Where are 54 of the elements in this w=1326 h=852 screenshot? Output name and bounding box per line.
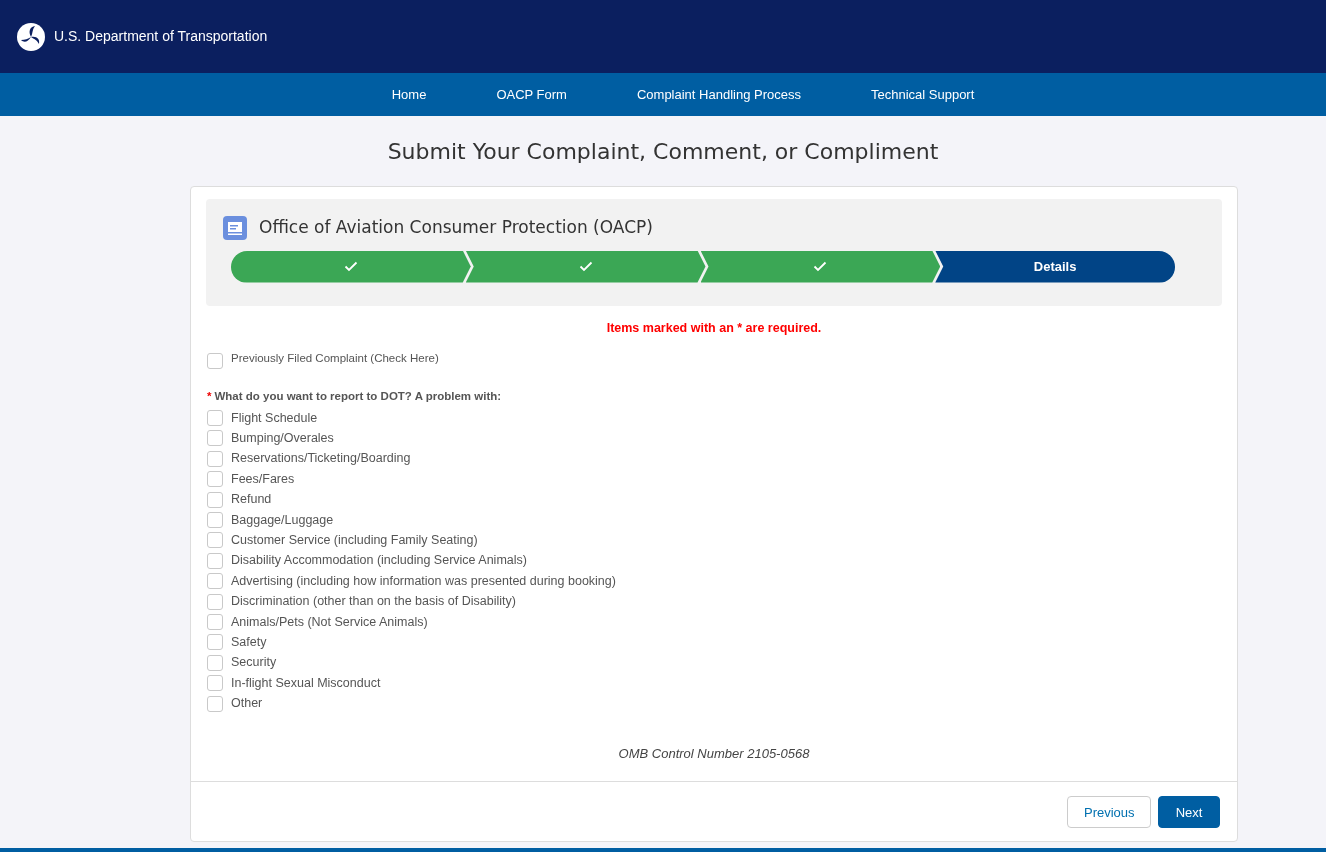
check-icon <box>813 261 828 272</box>
previous-button[interactable]: Previous <box>1067 796 1151 829</box>
progress-step[interactable] <box>231 250 471 283</box>
required-note: Items marked with an * are required. <box>605 319 823 337</box>
checkbox[interactable] <box>207 491 223 508</box>
check-icon <box>343 261 358 272</box>
next-button[interactable]: Next <box>1158 796 1220 829</box>
progress-step[interactable]: Details <box>935 250 1175 283</box>
checkbox-label: Safety <box>231 634 267 651</box>
checkbox-label: Animals/Pets (Not Service Animals) <box>231 613 428 631</box>
checkbox[interactable] <box>207 552 223 569</box>
checkbox-label: Refund <box>231 491 272 509</box>
checkbox[interactable] <box>207 512 223 529</box>
checkbox[interactable] <box>207 532 223 549</box>
checkbox-label: Reservations/Ticketing/Boarding <box>231 450 411 468</box>
omb-control-number: OMB Control Number 2105-0568 <box>617 744 811 763</box>
required-asterisk: * <box>207 389 212 402</box>
nav-link[interactable]: Technical Support <box>870 84 975 105</box>
checkbox-label: Bumping/Overales <box>231 430 334 448</box>
checkbox[interactable] <box>207 654 223 671</box>
checkbox[interactable] <box>207 410 223 427</box>
nav-link[interactable]: Complaint Handling Process <box>636 84 801 105</box>
nav-link[interactable]: Home <box>391 84 427 105</box>
checkbox-label: Advertising (including how information was presented during booking) <box>231 572 616 590</box>
checkbox[interactable] <box>207 593 223 610</box>
checkbox[interactable] <box>207 353 223 370</box>
checkbox[interactable] <box>207 634 223 651</box>
page-title: Submit Your Complaint, Comment, or Compliment <box>386 138 940 166</box>
checkbox-label: Disability Accommodation (including Service Animals) <box>231 552 527 570</box>
checkbox[interactable] <box>207 471 223 488</box>
logo-icon <box>16 21 46 52</box>
checkbox[interactable] <box>207 573 223 590</box>
checkbox-label: Previously Filed Complaint (Check Here) <box>231 350 439 366</box>
checkbox[interactable] <box>207 430 223 447</box>
form-icon <box>223 215 247 240</box>
check-icon <box>578 261 593 272</box>
checkbox[interactable] <box>207 675 223 692</box>
agency-name[interactable]: U.S. Department of Transportation <box>54 26 268 47</box>
checkbox-label: Other <box>231 695 263 713</box>
checkbox[interactable] <box>207 450 223 467</box>
checkbox[interactable] <box>207 695 223 712</box>
checkbox-label: Flight Schedule <box>231 409 318 427</box>
checkbox[interactable] <box>207 614 223 630</box>
form-title: Office of Aviation Consumer Protection (OACP) <box>259 216 653 239</box>
checkbox-label: Baggage/Luggage <box>231 511 334 529</box>
checkbox-label: In-flight Sexual Misconduct <box>231 674 381 692</box>
checkbox-label: Security <box>231 654 277 672</box>
question-text: What do you want to report to DOT? A problem with: <box>214 389 502 402</box>
checkbox-label: Customer Service (including Family Seating) <box>231 532 478 550</box>
checkbox-label: Discrimination (other than on the basis of Disability) <box>231 593 516 611</box>
progress-step[interactable] <box>465 250 706 283</box>
progress-step[interactable] <box>700 250 941 283</box>
checkbox-label: Fees/Fares <box>231 470 295 488</box>
nav-link[interactable]: OACP Form <box>496 84 567 105</box>
